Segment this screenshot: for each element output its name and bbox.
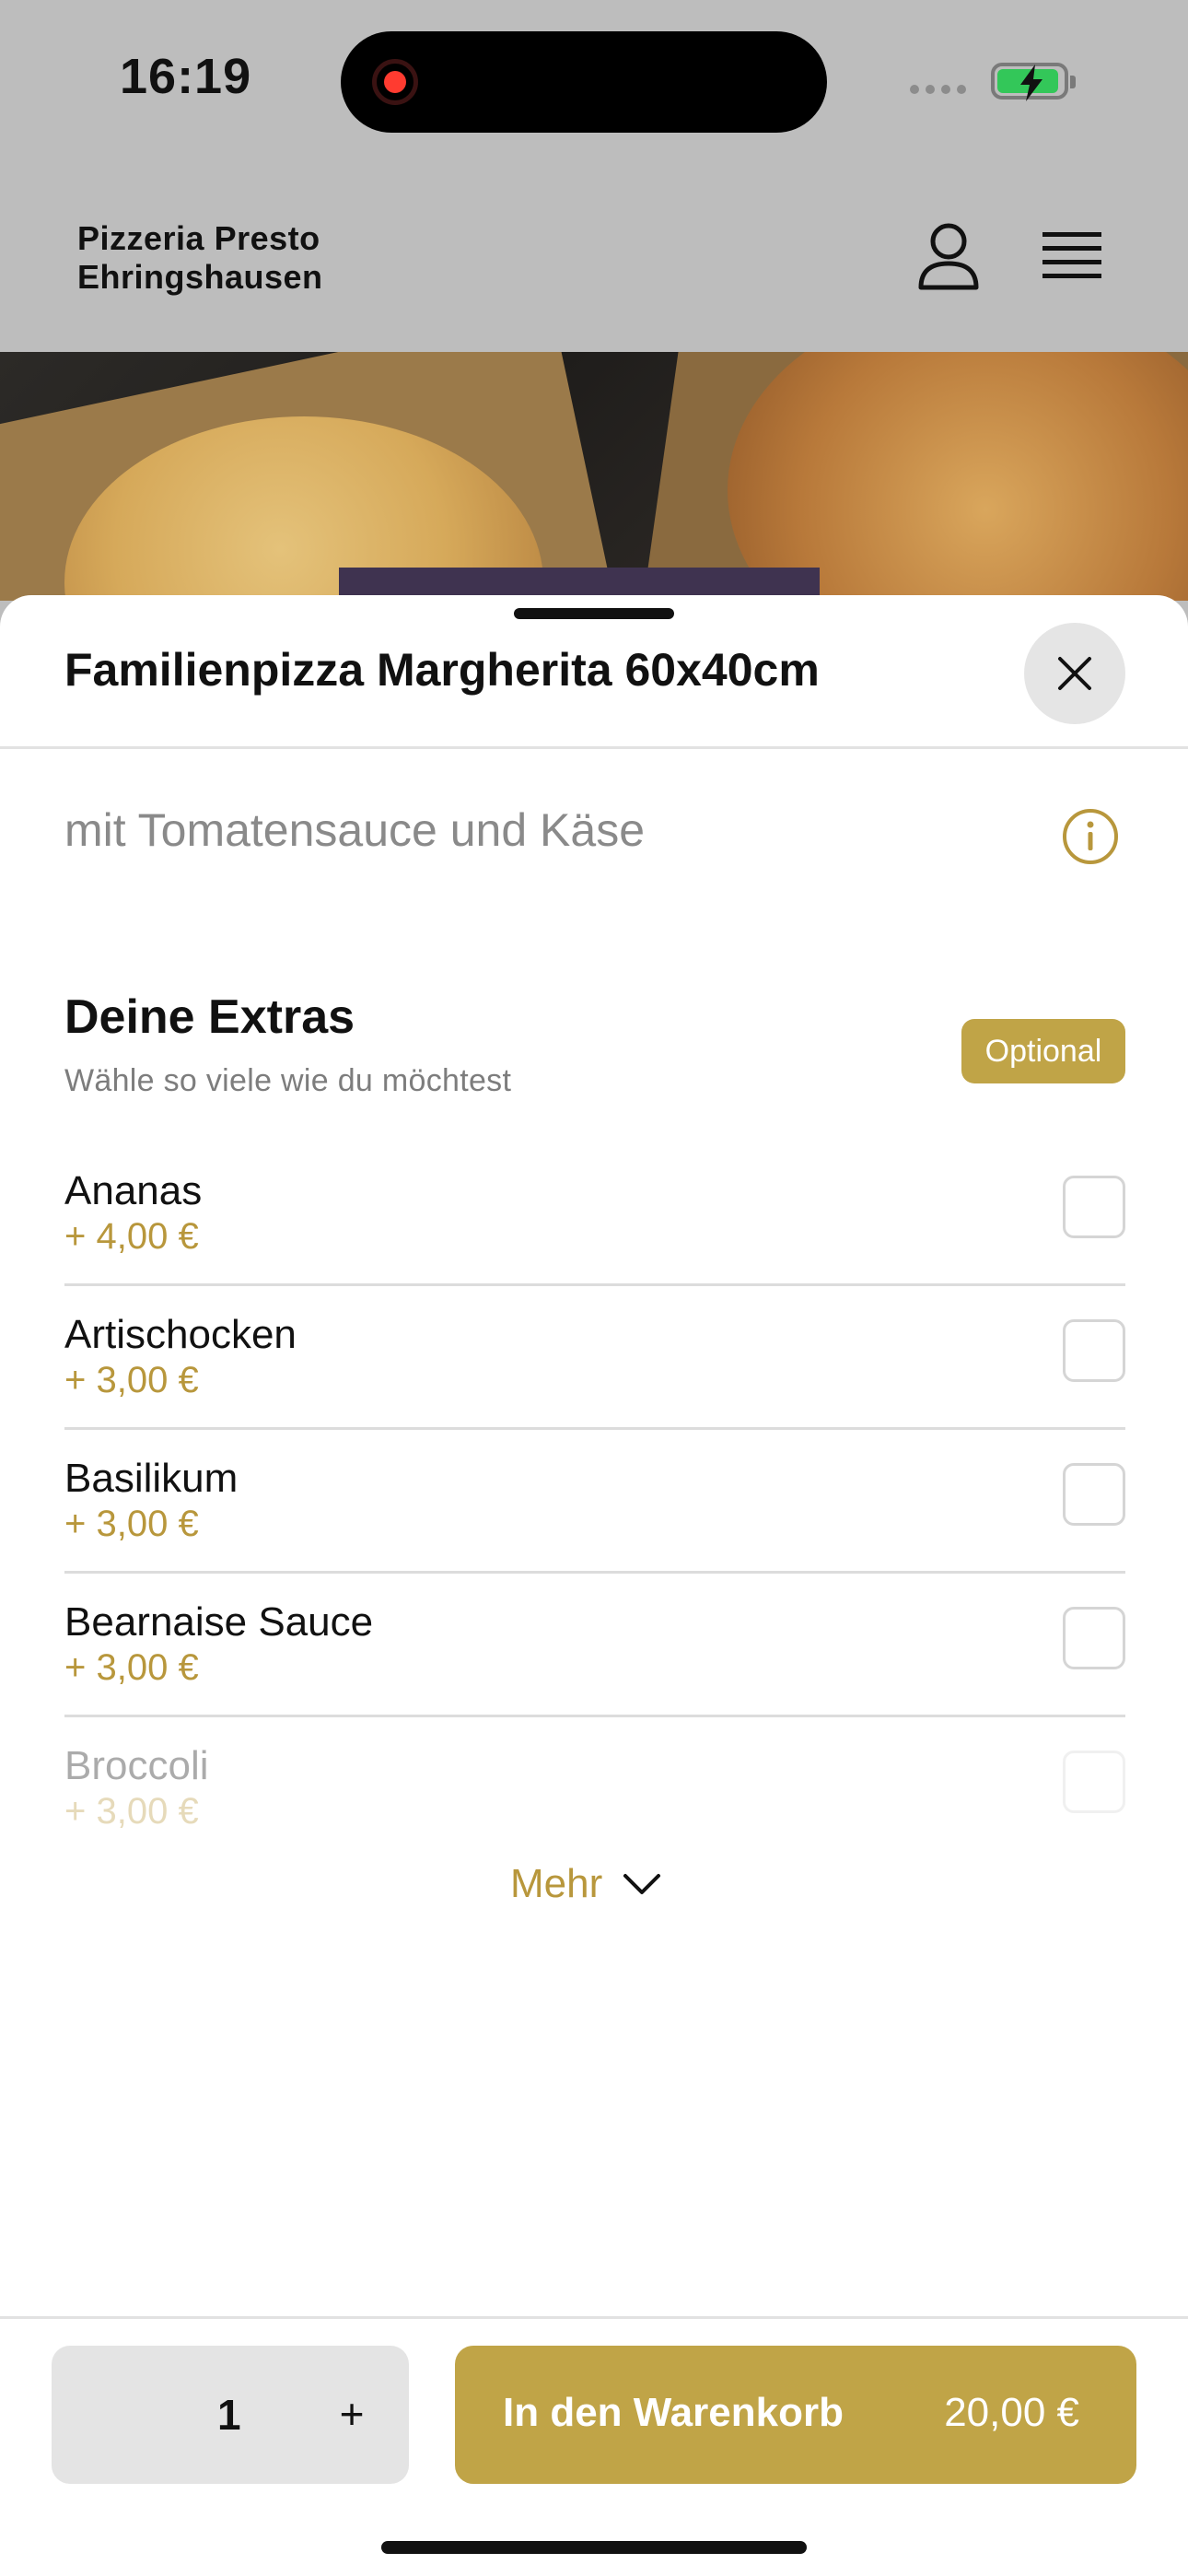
option-name: Basilikum xyxy=(64,1456,239,1501)
battery-charging-icon xyxy=(991,63,1076,101)
option-checkbox[interactable] xyxy=(1063,1176,1125,1238)
option-name: Broccoli xyxy=(64,1743,209,1788)
extra-option-basilikum[interactable]: Basilikum + 3,00 € xyxy=(64,1430,1125,1574)
extra-option-broccoli[interactable]: Broccoli + 3,00 € xyxy=(64,1717,1125,1832)
option-checkbox[interactable] xyxy=(1063,1319,1125,1382)
status-bar: 16:19 xyxy=(0,0,1188,166)
option-price: + 3,00 € xyxy=(64,1791,199,1832)
option-checkbox[interactable] xyxy=(1063,1463,1125,1526)
extras-title: Deine Extras xyxy=(64,990,355,1044)
more-button[interactable]: Mehr xyxy=(510,1861,661,1907)
hero-image xyxy=(0,352,1188,601)
option-price: + 3,00 € xyxy=(64,1647,199,1688)
option-name: Artischocken xyxy=(64,1312,297,1357)
option-checkbox[interactable] xyxy=(1063,1751,1125,1813)
sheet-grabber[interactable] xyxy=(514,608,674,619)
record-icon xyxy=(372,59,418,105)
cart-label: In den Warenkorb xyxy=(503,2390,844,2435)
close-button[interactable] xyxy=(1024,623,1125,724)
chevron-down-icon xyxy=(623,1874,661,1894)
brand-line-1: Pizzeria Presto xyxy=(77,219,320,257)
option-name: Ananas xyxy=(64,1168,203,1213)
product-title: Familienpizza Margherita 60x40cm xyxy=(64,644,820,696)
extra-option-bearnaise-sauce[interactable]: Bearnaise Sauce + 3,00 € xyxy=(64,1574,1125,1717)
extra-option-artischocken[interactable]: Artischocken + 3,00 € xyxy=(64,1286,1125,1430)
extras-subtitle: Wähle so viele wie du möchtest xyxy=(64,1063,512,1098)
option-name: Bearnaise Sauce xyxy=(64,1599,374,1645)
app-header: Pizzeria Presto Ehringshausen xyxy=(0,166,1188,352)
restaurant-name[interactable]: Pizzeria Presto Ehringshausen xyxy=(77,219,323,297)
status-time: 16:19 xyxy=(120,49,252,104)
option-checkbox[interactable] xyxy=(1063,1607,1125,1669)
more-label: Mehr xyxy=(510,1861,603,1906)
home-indicator[interactable] xyxy=(381,2541,807,2554)
user-icon[interactable] xyxy=(915,219,982,293)
extra-option-ananas[interactable]: Ananas + 4,00 € xyxy=(64,1142,1125,1286)
option-price: + 4,00 € xyxy=(64,1216,199,1257)
info-icon[interactable] xyxy=(1061,807,1120,866)
dynamic-island xyxy=(341,31,827,133)
increment-button[interactable]: + xyxy=(332,2386,372,2441)
cart-price: 20,00 € xyxy=(944,2390,1079,2435)
brand-line-2: Ehringshausen xyxy=(77,258,323,296)
signal-icon xyxy=(910,85,966,94)
option-price: + 3,00 € xyxy=(64,1360,199,1400)
menu-icon[interactable] xyxy=(1042,230,1101,282)
quantity-stepper: 1 + xyxy=(52,2346,409,2484)
add-to-cart-button[interactable]: In den Warenkorb 20,00 € xyxy=(455,2346,1136,2484)
option-price: + 3,00 € xyxy=(64,1504,199,1544)
footer-divider xyxy=(0,2316,1188,2319)
close-icon xyxy=(1058,657,1091,690)
product-sheet: Familienpizza Margherita 60x40cm mit Tom… xyxy=(0,595,1188,2576)
quantity-value: 1 xyxy=(217,2391,241,2439)
divider xyxy=(0,746,1188,749)
optional-badge: Optional xyxy=(961,1019,1125,1083)
product-description: mit Tomatensauce und Käse xyxy=(64,804,646,856)
